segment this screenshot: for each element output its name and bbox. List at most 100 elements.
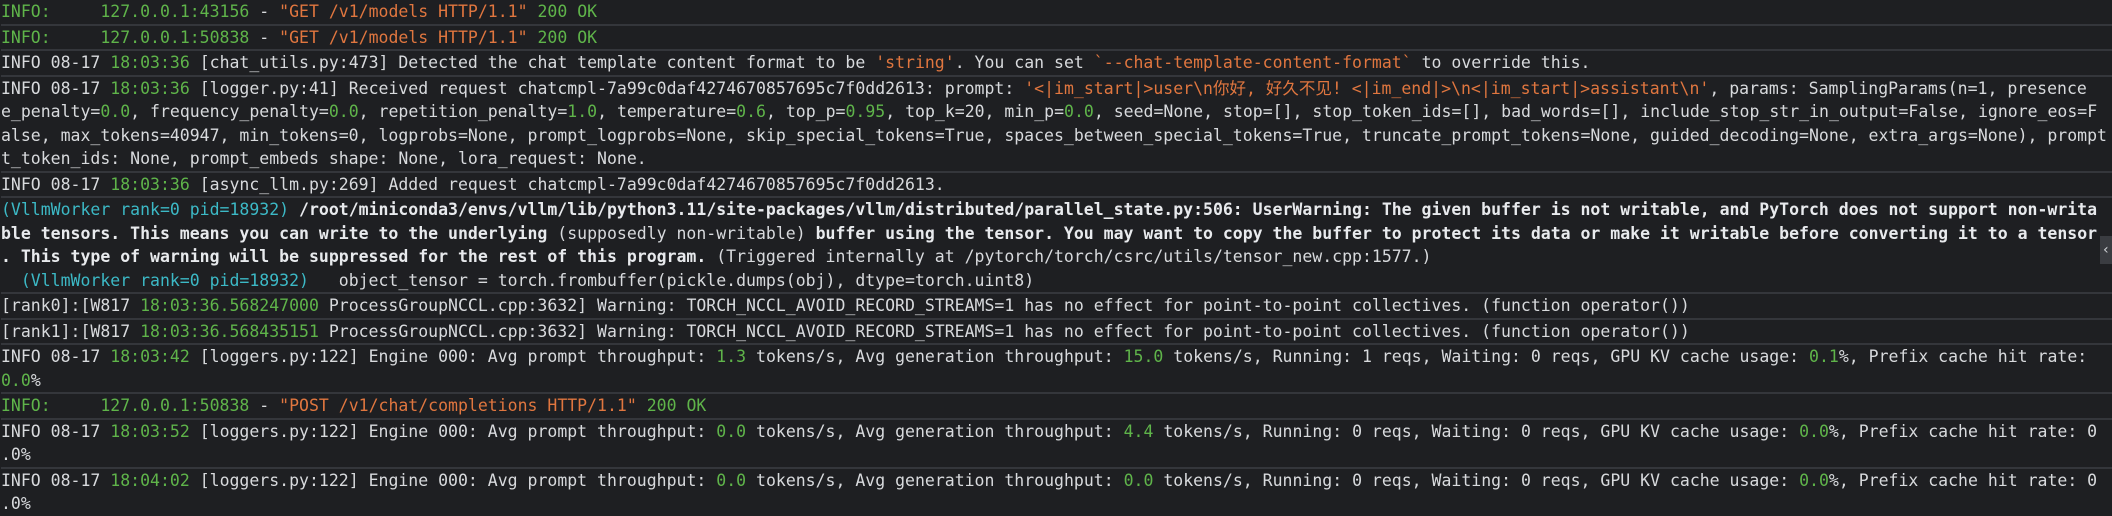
log-text-segment: '<|im_start|>user\n你好, 好久不见! <|im_end|>\… (1024, 78, 1710, 98)
log-text-segment: t_token_ids: None, prompt_embeds shape: … (1, 149, 647, 168)
log-line: INFO: 127.0.0.1:43156 - "GET /v1/models … (1, 0, 2112, 24)
log-text-segment: [loggers.py:122] Engine 000: Avg prompt … (189, 421, 717, 441)
log-text-segment: . This type of warning will be suppresse… (1, 247, 717, 266)
log-line: .0% (1, 492, 2112, 516)
log-text-segment: , seed=None, stop=[], stop_token_ids=[],… (1093, 102, 2098, 121)
log-text-segment: 0.0 (1799, 470, 1829, 490)
log-line: INFO 08-17 18:03:36 [async_llm.py:269] A… (1, 173, 2112, 197)
log-text-segment: tokens/s, Avg generation throughput: (746, 470, 1124, 490)
log-text-segment: 'string' (875, 53, 955, 72)
log-text-segment: 127.0.0.1:43156 (100, 2, 250, 21)
log-line: [rank1]:[W817 18:03:36.568435151 Process… (1, 320, 2112, 344)
log-text-segment: "GET /v1/models HTTP/1.1" (279, 27, 528, 47)
log-text-segment: ProcessGroupNCCL.cpp:3632] Warning: TORC… (318, 296, 1690, 315)
log-line: INFO 08-17 18:03:42 [loggers.py:122] Eng… (1, 345, 2112, 369)
log-text-segment: INFO 08-17 (1, 53, 111, 72)
log-line: . This type of warning will be suppresse… (1, 245, 2112, 269)
log-text-segment: INFO: (1, 2, 101, 21)
log-text-segment: ProcessGroupNCCL.cpp:3632] Warning: TORC… (318, 321, 1690, 341)
log-text-segment: tokens/s, Running: 0 reqs, Waiting: 0 re… (1153, 470, 1800, 490)
log-text-segment: tokens/s, Avg generation throughput: (746, 347, 1124, 366)
log-text-segment: [chat_utils.py:473] Detected the chat te… (189, 53, 876, 72)
log-line: INFO 08-17 18:04:02 [loggers.py:122] Eng… (1, 469, 2112, 493)
log-text-segment: - (249, 396, 280, 415)
log-text-segment: % (30, 370, 41, 390)
log-text-segment: 0.0 (1799, 421, 1829, 441)
log-text-segment: 18:03:36.568247000 (140, 296, 319, 315)
log-text-segment: to override this. (1411, 53, 1591, 72)
log-text-segment: ble tensors. This means you can write to… (1, 223, 558, 243)
log-text-segment: 0.0 (1064, 102, 1094, 121)
log-text-segment: 1.3 (716, 347, 747, 366)
log-text-segment: INFO: (1, 396, 101, 415)
log-text-segment: [async_llm.py:269] Added request chatcmp… (189, 174, 945, 194)
log-text-segment: 15.0 (1123, 347, 1164, 366)
log-text-segment: 18:03:36 (110, 174, 190, 194)
log-text-segment: , repetition_penalty= (358, 102, 568, 121)
log-text-segment: tokens/s, Running: 1 reqs, Waiting: 0 re… (1163, 347, 1810, 366)
log-line: INFO 08-17 18:03:36 [chat_utils.py:473] … (1, 51, 2112, 75)
log-text-segment: 0.0 (328, 102, 359, 121)
log-text-segment: 200 OK (636, 396, 707, 415)
log-text-segment: , frequency_penalty= (130, 102, 329, 121)
log-line: INFO: 127.0.0.1:50838 - "GET /v1/models … (1, 26, 2112, 50)
chevron-left-icon[interactable]: ‹ (2100, 236, 2112, 264)
log-text-segment: `--chat-template-content-format` (1093, 53, 1412, 72)
log-text-segment: %, Prefix cache hit rate: (1838, 347, 2098, 366)
log-text-segment: 0.0 (716, 421, 747, 441)
log-text-segment: [rank1]:[W817 (1, 321, 141, 341)
log-text-segment: object_tensor = torch.frombuffer(pickle.… (308, 270, 1035, 290)
log-text-segment: %, Prefix cache hit rate: 0 (1828, 470, 2098, 490)
log-line: alse, max_tokens=40947, min_tokens=0, lo… (1, 124, 2112, 148)
log-text-segment: INFO 08-17 (1, 421, 111, 441)
log-text-segment: 18:03:52 (110, 421, 190, 441)
terminal-output[interactable]: INFO: 127.0.0.1:43156 - "GET /v1/models … (0, 0, 2112, 516)
log-text-segment: (VllmWorker rank=0 pid=18932) (1, 200, 290, 219)
log-text-segment: 18:03:36 (110, 78, 190, 98)
log-text-segment: INFO: (1, 27, 101, 47)
log-text-segment: , params: SamplingParams(n=1, presence (1709, 78, 2087, 98)
log-text-segment: . You can set (954, 53, 1094, 72)
log-text-segment: INFO 08-17 (1, 78, 111, 98)
log-text-segment: [loggers.py:122] Engine 000: Avg prompt … (189, 347, 717, 366)
log-text-segment: 200 OK (527, 27, 598, 47)
log-text-segment: , top_p= (765, 102, 846, 121)
log-text-segment: 18:04:02 (110, 470, 190, 490)
log-text-segment: 1.0 (567, 102, 598, 121)
log-text-segment: [logger.py:41] Received request chatcmpl… (189, 78, 1025, 98)
log-text-segment: 200 OK (527, 2, 598, 21)
log-text-segment: INFO 08-17 (1, 174, 111, 194)
log-text-segment: 18:03:36 (110, 53, 190, 72)
log-text-segment: /root/miniconda3/envs/vllm/lib/python3.1… (289, 200, 2098, 219)
log-text-segment: , top_k=20, min_p= (885, 102, 1065, 121)
log-text-segment: 127.0.0.1:50838 (100, 396, 250, 415)
log-text-segment: 0.0 (100, 102, 131, 121)
log-text-segment: (VllmWorker rank=0 pid=18932) (1, 270, 309, 290)
log-line: INFO: 127.0.0.1:50838 - "POST /v1/chat/c… (1, 394, 2112, 418)
log-text-segment: %, Prefix cache hit rate: 0 (1828, 421, 2098, 441)
log-text-segment: "GET /v1/models HTTP/1.1" (279, 2, 528, 21)
log-line: (VllmWorker rank=0 pid=18932) object_ten… (1, 269, 2112, 293)
log-text-segment: 18:03:36.568435151 (140, 321, 319, 341)
log-line: .0% (1, 443, 2112, 467)
log-line: t_token_ids: None, prompt_embeds shape: … (1, 147, 2112, 171)
log-text-segment: [rank0]:[W817 (1, 296, 141, 315)
log-text-segment: 0.6 (736, 102, 766, 121)
log-line: [rank0]:[W817 18:03:36.568247000 Process… (1, 294, 2112, 318)
log-line: ble tensors. This means you can write to… (1, 222, 2112, 246)
log-text-segment: 127.0.0.1:50838 (100, 27, 250, 47)
log-text-segment: 0.0 (1, 370, 31, 390)
log-line: INFO 08-17 18:03:36 [logger.py:41] Recei… (1, 77, 2112, 101)
log-text-segment: .0% (1, 494, 31, 513)
log-text-segment: tokens/s, Running: 0 reqs, Waiting: 0 re… (1153, 421, 1800, 441)
log-text-segment: .0% (1, 445, 31, 464)
log-text-segment: - (249, 27, 280, 47)
log-text-segment: (Triggered internally at /pytorch/torch/… (716, 247, 1432, 266)
log-text-segment: tokens/s, Avg generation throughput: (746, 421, 1124, 441)
log-text-segment: 0.95 (845, 102, 886, 121)
log-text-segment: 4.4 (1123, 421, 1154, 441)
log-text-segment: "POST /v1/chat/completions HTTP/1.1" (279, 396, 637, 415)
log-text-segment: , temperature= (597, 102, 737, 121)
log-text-segment: 0.0 (1123, 470, 1154, 490)
log-text-segment: buffer using the tensor. You may want to… (805, 223, 2098, 243)
